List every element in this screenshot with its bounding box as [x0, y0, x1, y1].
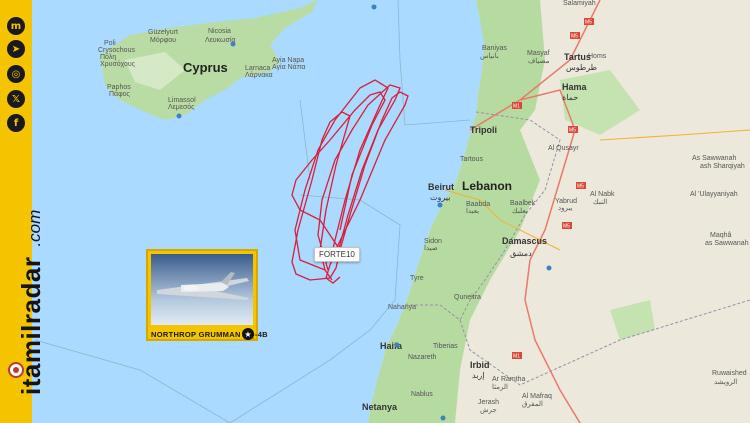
place-label-polis-4: Χρυσόχους: [100, 60, 136, 68]
place-label-al-qusayr: Al Qusayr: [548, 145, 579, 152]
place-label-banias: Baniyas: [482, 45, 507, 52]
country-label-cyprus: Cyprus: [183, 60, 228, 75]
place-label-damascus-native: دمشق: [510, 249, 532, 258]
place-label-baalbek-native: بعلبك: [512, 207, 528, 215]
instagram-icon[interactable]: ◎: [7, 65, 25, 83]
messenger-icon[interactable]: m: [7, 17, 25, 35]
place-label-masyaf-native: مصياف: [528, 57, 550, 65]
place-label-nahariya: Nahariya: [388, 304, 416, 311]
place-label-paphos-native: Πάφος: [109, 90, 131, 98]
place-label-al-nabk-native: النبك: [593, 198, 607, 206]
place-label-maqha: Maqhâ: [710, 232, 732, 239]
place-label-ayia-napa-native: Αγία Νάπα: [272, 63, 305, 71]
telegram-icon[interactable]: ➤: [7, 40, 25, 58]
place-label-sidon: Sidon: [424, 238, 442, 245]
place-label-jerash-native: جرش: [480, 407, 497, 414]
place-label-mafraq-native: المفرق: [522, 400, 543, 408]
place-label-yabrud: Yabrud: [555, 198, 577, 205]
place-label-larnaca: Larnaca: [245, 65, 270, 72]
place-label-tyre: Tyre: [410, 275, 424, 282]
highway-shield-label: M5: [577, 184, 584, 190]
highway-shield-label: M5: [569, 128, 576, 134]
place-label-mafraq: Al Mafraq: [522, 393, 552, 400]
map-pin-icon[interactable]: [230, 41, 236, 47]
drone-silhouette-icon: [157, 272, 249, 300]
place-label-ayia-napa: Ayia Napa: [272, 57, 304, 64]
place-label-tripoli: Tripoli: [470, 125, 497, 135]
place-label-paphos: Paphos: [107, 84, 131, 91]
map-pin-icon[interactable]: [440, 415, 446, 421]
place-label-sawwanah-2: ash Sharqiyah: [700, 163, 745, 170]
place-label-ulayyaniyah: Al 'Ulayyaniyah: [690, 191, 738, 198]
callsign-tag[interactable]: FORTE10: [314, 247, 360, 262]
map-pin-icon[interactable]: [371, 4, 377, 10]
country-label-lebanon: Lebanon: [462, 179, 512, 193]
place-label-beirut: Beirut: [428, 182, 454, 192]
map-pin-icon[interactable]: [176, 113, 182, 119]
place-label-nicosia: Nicosia: [208, 28, 231, 35]
place-label-irbid-native: إربد: [472, 371, 485, 380]
place-label-ruwaished-native: الرويشد: [714, 378, 737, 386]
place-label-nablus: Nablus: [411, 391, 433, 398]
place-label-tartous-2: Tartous: [460, 156, 483, 163]
place-label-ramtha-native: الرمثا: [492, 383, 508, 391]
place-label-banias-native: بانياس: [480, 52, 499, 60]
place-label-haifa: Haifa: [380, 341, 403, 351]
place-label-netanya: Netanya: [362, 402, 398, 412]
x-icon[interactable]: 𝕏: [7, 90, 25, 108]
drone-photo: [151, 254, 253, 325]
place-label-hama-native: طرطوس: [566, 63, 597, 72]
place-label-sidon-native: صيدا: [424, 244, 438, 252]
highway-shield-label: M5: [585, 20, 592, 26]
place-label-sawwanah: As Sawwanah: [692, 155, 736, 162]
facebook-icon[interactable]: f: [7, 114, 25, 132]
place-label-homs: Hama: [562, 82, 588, 92]
place-label-masyaf: Masyaf: [527, 50, 550, 57]
aircraft-card: NORTHROP GRUMMAN RQ-4B ★: [146, 249, 268, 341]
place-label-limassol: Limassol: [168, 97, 196, 104]
place-label-nazareth: Nazareth: [408, 354, 437, 361]
place-label-polis-3: Πόλη: [100, 53, 116, 61]
place-label-damascus: Damascus: [502, 236, 547, 246]
highway-shield-label: M1: [513, 354, 520, 360]
place-label-irbid: Irbid: [470, 360, 490, 370]
place-label-tiberias: Tiberias: [433, 343, 458, 350]
place-label-yabrud-native: يبرود: [558, 205, 572, 212]
brand-logo-icon: [8, 362, 24, 378]
place-label-larnaca-native: Λάρνακα: [245, 71, 273, 79]
highway-shield-label: M1: [513, 104, 520, 110]
place-label-baabda-native: بعبدا: [466, 207, 479, 215]
place-label-ruwaished: Ruwaished: [712, 370, 747, 377]
place-label-jerash: Jerash: [478, 399, 499, 406]
place-label-polis: Poli: [104, 40, 116, 47]
place-label-quneitra: Quneitra: [454, 294, 481, 301]
place-label-maqha-2: as Sawwanah: [705, 240, 749, 247]
map-pin-icon[interactable]: [394, 342, 400, 348]
place-label-beirut-native: بيروت: [430, 193, 450, 202]
place-label-baalbek: Baalbek: [510, 200, 536, 207]
place-label-ramtha: Ar Ramtha: [492, 376, 526, 383]
place-label-polis-2: Crysochous: [98, 47, 135, 54]
highway-shield-label: M5: [571, 34, 578, 40]
place-label-shaykhun: Salamiyah: [563, 0, 596, 7]
place-label-hama: Tartus: [564, 52, 591, 62]
star-badge-icon: ★: [242, 328, 254, 340]
place-label-al-nabk: Al Nabk: [590, 191, 615, 198]
place-label-baabda: Baabda: [466, 201, 490, 208]
brand-sidebar: m ➤ ◎ 𝕏 f itamilradar.com: [0, 0, 46, 423]
map-pin-icon[interactable]: [437, 202, 443, 208]
place-label-guzelyurt: Güzelyurt: [148, 29, 178, 36]
map-canvas[interactable]: Nicosia Λευκωσία Güzelyurt Μόρφου Poli C…: [32, 0, 750, 423]
map-pin-icon[interactable]: [546, 265, 552, 271]
place-label-limassol-native: Λεμεσός: [168, 103, 195, 111]
place-label-guzelyurt-native: Μόρφου: [150, 36, 176, 44]
highway-shield-label: M5: [563, 224, 570, 230]
place-label-homs-native: حماة: [562, 93, 578, 102]
